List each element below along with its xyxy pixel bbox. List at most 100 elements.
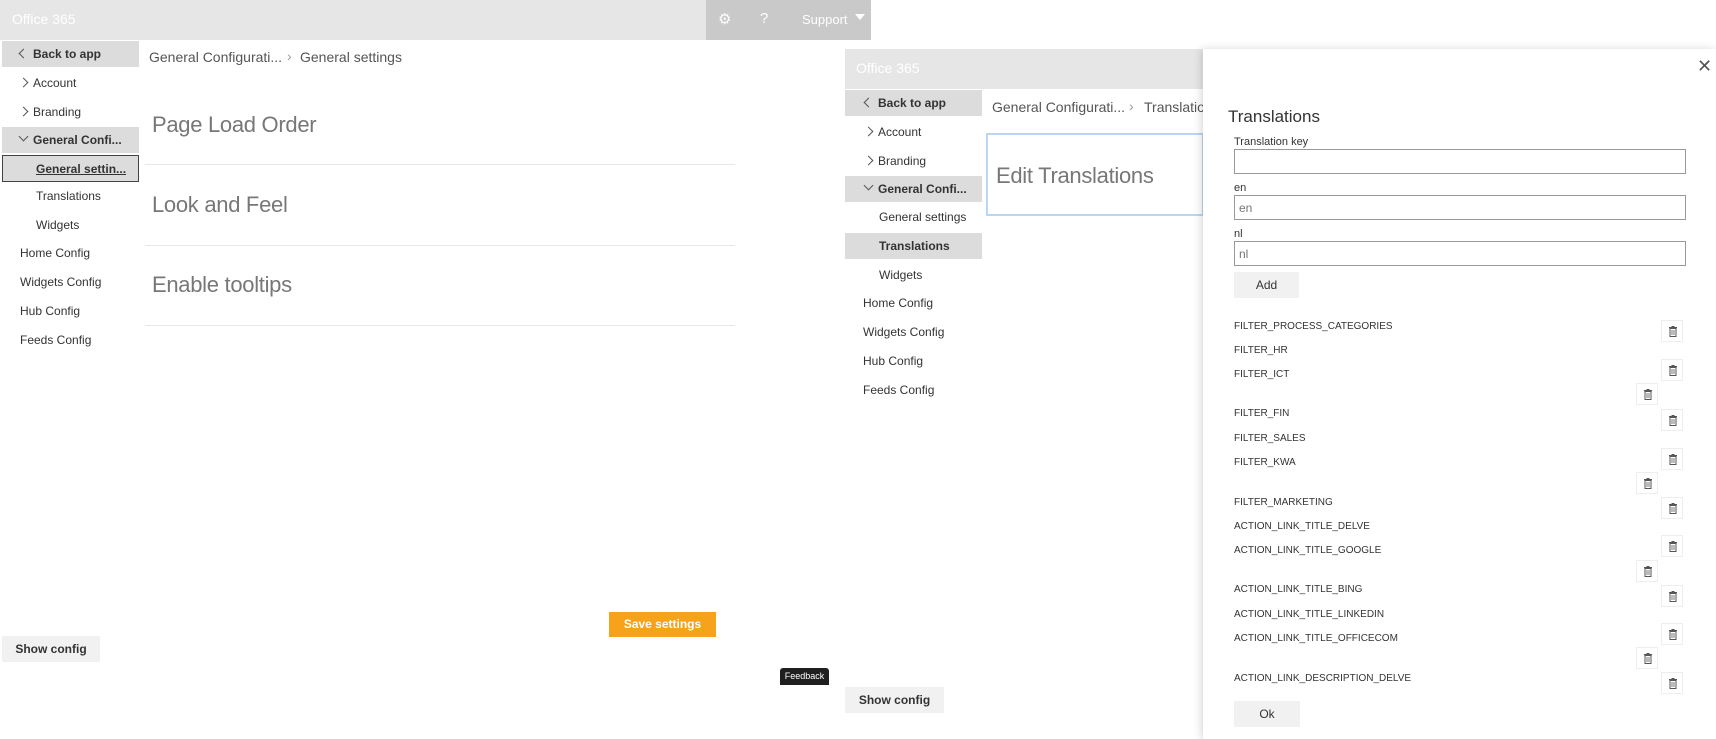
- sidebar-item-branding[interactable]: Branding: [18, 99, 82, 125]
- trash-icon[interactable]: [1661, 535, 1683, 557]
- trash-icon[interactable]: [1661, 585, 1683, 607]
- trash-icon[interactable]: [1661, 320, 1683, 342]
- breadcrumb-parent[interactable]: General Configurati...: [992, 99, 1125, 115]
- sidebar-item-label: General Confi...: [33, 133, 122, 147]
- panel-title: Translations: [1228, 107, 1320, 126]
- chevron-down-icon[interactable]: [855, 14, 865, 20]
- chevron-right-icon: [863, 126, 874, 137]
- trash-icon[interactable]: [1636, 383, 1658, 405]
- back-to-app[interactable]: Back to app: [845, 90, 982, 116]
- sidebar-item-feeds-config[interactable]: Feeds Config: [863, 377, 934, 403]
- nl-input[interactable]: [1234, 241, 1686, 266]
- chevron-down-icon: [18, 131, 29, 142]
- sidebar-item-general-config[interactable]: General Confi...: [2, 127, 139, 153]
- breadcrumb-current: General settings: [300, 49, 402, 65]
- chevron-left-icon: [18, 48, 29, 59]
- trash-icon[interactable]: [1661, 359, 1683, 381]
- sidebar-item-label: General Confi...: [878, 182, 967, 196]
- sidebar-item-label: Branding: [33, 105, 82, 119]
- back-to-app[interactable]: Back to app: [2, 41, 139, 67]
- help-icon[interactable]: ?: [760, 10, 768, 27]
- sidebar-item-account[interactable]: Account: [18, 70, 77, 96]
- divider: [145, 245, 735, 246]
- breadcrumb-parent[interactable]: General Configurati...: [149, 49, 282, 65]
- translation-key-item: FILTER_SALES: [1234, 433, 1306, 444]
- translation-key-item: ACTION_LINK_TITLE_BING: [1234, 584, 1363, 595]
- sidebar-item-feeds-config[interactable]: Feeds Config: [20, 327, 91, 353]
- chevron-right-icon: [18, 77, 29, 88]
- en-label: en: [1234, 182, 1247, 194]
- chevron-right-icon: [863, 155, 874, 166]
- translation-key-item: FILTER_FIN: [1234, 408, 1290, 419]
- sidebar-item-widgets-config[interactable]: Widgets Config: [20, 269, 101, 295]
- translation-key-item: FILTER_PROCESS_CATEGORIES: [1234, 321, 1393, 332]
- en-input[interactable]: [1234, 195, 1686, 220]
- translation-key-label: Translation key: [1234, 136, 1309, 148]
- sidebar-item-label: General settin...: [36, 162, 127, 176]
- sidebar-item-home-config[interactable]: Home Config: [863, 290, 933, 316]
- sidebar-item-widgets[interactable]: Widgets: [879, 262, 922, 288]
- app-title: Office 365: [856, 60, 920, 76]
- breadcrumb-current: Translatio: [1144, 99, 1205, 115]
- sidebar-item-label: Account: [878, 125, 922, 139]
- breadcrumb-separator-icon: ›: [287, 48, 292, 64]
- translation-key-item: FILTER_ICT: [1234, 369, 1290, 380]
- section-page-load-order[interactable]: Page Load Order: [152, 112, 317, 138]
- show-config-button[interactable]: Show config: [2, 636, 100, 662]
- translation-key-item: FILTER_MARKETING: [1234, 497, 1333, 508]
- sidebar-item-widgets[interactable]: Widgets: [36, 212, 79, 238]
- chevron-left-icon: [863, 97, 874, 108]
- edit-translations-title: Edit Translations: [996, 163, 1154, 188]
- trash-icon[interactable]: [1636, 472, 1658, 494]
- sidebar-item-label: Account: [33, 76, 77, 90]
- sidebar-item-widgets-config[interactable]: Widgets Config: [863, 319, 944, 345]
- chevron-right-icon: [18, 106, 29, 117]
- support-menu[interactable]: Support: [802, 12, 848, 27]
- trash-icon[interactable]: [1661, 448, 1683, 470]
- sidebar-item-label: Branding: [878, 154, 927, 168]
- translation-key-item: ACTION_LINK_TITLE_DELVE: [1234, 521, 1370, 532]
- translation-key-item: ACTION_LINK_TITLE_LINKEDIN: [1234, 609, 1385, 620]
- show-config-button[interactable]: Show config: [845, 687, 944, 713]
- sidebar-item-translations[interactable]: Translations: [845, 233, 982, 259]
- save-settings-button[interactable]: Save settings: [609, 612, 716, 637]
- translation-key-item: FILTER_HR: [1234, 345, 1288, 356]
- translation-key-item: ACTION_LINK_TITLE_OFFICECOM: [1234, 633, 1398, 644]
- edit-translations-card[interactable]: Edit Translations: [986, 133, 1204, 216]
- trash-icon[interactable]: [1636, 560, 1658, 582]
- translation-key-item: FILTER_KWA: [1234, 457, 1296, 468]
- chevron-down-icon: [863, 180, 874, 191]
- divider: [145, 325, 735, 326]
- sidebar-item-account[interactable]: Account: [863, 119, 922, 145]
- sidebar-item-general-settings[interactable]: General settings: [879, 204, 966, 230]
- translation-key-item: ACTION_LINK_TITLE_GOOGLE: [1234, 545, 1382, 556]
- feedback-button[interactable]: Feedback: [780, 668, 829, 685]
- divider: [145, 164, 735, 165]
- ok-button[interactable]: Ok: [1234, 701, 1300, 727]
- sidebar-item-general-config[interactable]: General Confi...: [845, 176, 982, 202]
- trash-icon[interactable]: [1661, 623, 1683, 645]
- breadcrumb-separator-icon: ›: [1129, 98, 1134, 114]
- sidebar-item-translations[interactable]: Translations: [36, 183, 101, 209]
- back-to-app-label: Back to app: [878, 96, 947, 110]
- sidebar-item-branding[interactable]: Branding: [863, 148, 927, 174]
- translation-key-input[interactable]: [1234, 149, 1686, 174]
- sidebar-item-general-settings[interactable]: General settin...: [2, 155, 139, 182]
- sidebar-item-home-config[interactable]: Home Config: [20, 240, 90, 266]
- trash-icon[interactable]: [1661, 672, 1683, 694]
- right-topbar: Office 365: [845, 49, 1205, 89]
- nl-label: nl: [1234, 228, 1243, 240]
- back-to-app-label: Back to app: [33, 47, 102, 61]
- translation-key-item: ACTION_LINK_DESCRIPTION_DELVE: [1234, 673, 1412, 684]
- add-button[interactable]: Add: [1234, 272, 1299, 298]
- section-enable-tooltips[interactable]: Enable tooltips: [152, 272, 292, 298]
- trash-icon[interactable]: [1661, 409, 1683, 431]
- trash-icon[interactable]: [1661, 497, 1683, 519]
- close-icon[interactable]: ✕: [1697, 56, 1712, 77]
- app-title: Office 365: [12, 11, 76, 27]
- gear-icon[interactable]: ⚙: [718, 10, 731, 28]
- sidebar-item-hub-config[interactable]: Hub Config: [863, 348, 923, 374]
- sidebar-item-hub-config[interactable]: Hub Config: [20, 298, 80, 324]
- trash-icon[interactable]: [1636, 647, 1658, 669]
- section-look-and-feel[interactable]: Look and Feel: [152, 192, 288, 218]
